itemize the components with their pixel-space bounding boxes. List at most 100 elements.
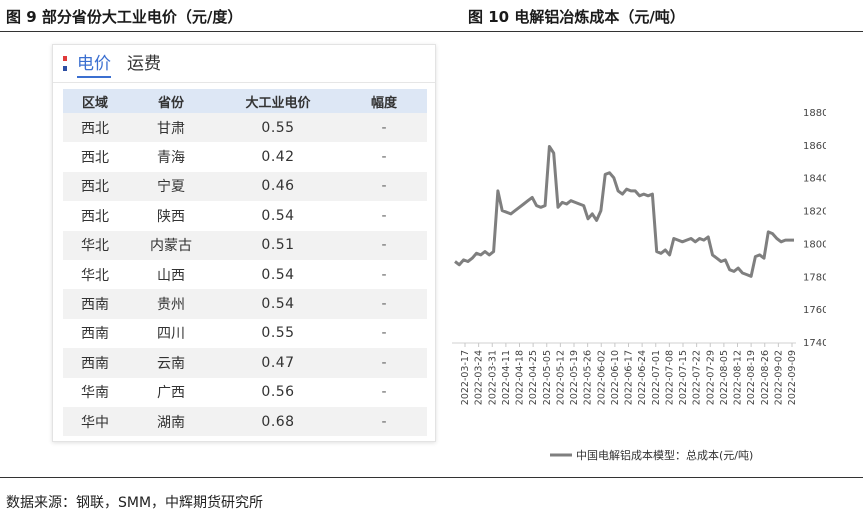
x-tick-label: 2022-07-01 — [651, 350, 662, 405]
aluminum-cost-chart: 17400 17600 17800 18000 18200 18400 18600 18800… — [452, 108, 826, 462]
flag-icon — [63, 56, 67, 71]
y-tick-label: 18200 — [803, 207, 826, 218]
cell-change: - — [381, 149, 387, 166]
x-tick-label: 2022-03-17 — [460, 350, 471, 405]
table-row: 西南 四川 0.55 - — [63, 318, 427, 349]
cell-price: 0.47 — [261, 354, 295, 371]
card-header: 电价 运费 — [53, 45, 435, 83]
cell-change: - — [381, 237, 387, 254]
x-tick-label: 2022-06-02 — [596, 350, 607, 405]
cell-region: 西北 — [81, 208, 109, 225]
cell-change: - — [381, 413, 387, 430]
y-tick-label: 17800 — [803, 272, 826, 283]
tab-electricity-price[interactable]: 电价 — [77, 53, 111, 78]
cell-change: - — [381, 354, 387, 371]
table-row: 西北 青海 0.42 - — [63, 142, 427, 172]
x-tick-label: 2022-05-19 — [569, 350, 580, 405]
price-table: 区域 省份 大工业电价 幅度 西北 甘肃 0.55- 西北 青海 0.42- 西北 宁夏 0.4… — [63, 89, 427, 437]
table-row: 华北 山西 0.54 - — [63, 259, 427, 290]
cell-price: 0.54 — [261, 266, 295, 283]
cell-province: 贵州 — [157, 297, 185, 314]
header-price: 大工业电价 — [245, 95, 311, 111]
table-row: 西南 贵州 0.54 - — [63, 289, 427, 319]
table-row: 西北 陕西 0.54 - — [63, 201, 427, 231]
y-tick-label: 18800 — [803, 108, 826, 119]
x-tick-label: 2022-08-05 — [719, 350, 730, 405]
top-divider — [0, 31, 863, 32]
cell-region: 西北 — [81, 150, 109, 167]
header-region: 区域 — [81, 95, 108, 111]
legend-label: 中国电解铝成本模型：总成本(元/吨) — [576, 448, 753, 462]
cell-region: 西北 — [81, 179, 109, 196]
cell-region: 西北 — [81, 120, 109, 137]
cell-change: - — [381, 325, 387, 342]
x-tick-label: 2022-05-26 — [583, 350, 594, 405]
y-tick-label: 18600 — [803, 141, 826, 152]
cell-region: 华北 — [81, 238, 109, 255]
figure-10-title: 图 10 电解铝冶炼成本（元/吨） — [468, 8, 685, 26]
x-tick-label: 2022-06-24 — [637, 350, 648, 405]
cell-province: 青海 — [157, 150, 185, 167]
x-tick-label: 2022-09-02 — [773, 350, 784, 405]
cell-change: - — [381, 266, 387, 283]
cell-price: 0.56 — [261, 384, 295, 401]
table-row: 西北 甘肃 0.55 - — [63, 113, 427, 143]
cell-change: - — [381, 384, 387, 401]
cell-price: 0.46 — [261, 178, 295, 195]
cell-province: 陕西 — [157, 208, 185, 225]
y-axis: 17400 17600 17800 18000 18200 18400 18600 18800 — [803, 108, 826, 349]
x-tick-label: 2022-07-29 — [705, 350, 716, 405]
x-tick-label: 2022-07-15 — [678, 350, 689, 405]
table-row: 西南 云南 0.47 - — [63, 348, 427, 378]
table-row: 华北 内蒙古 0.51 - — [63, 230, 427, 260]
series-line-total-cost — [454, 145, 794, 278]
x-tick-label: 2022-07-08 — [664, 350, 675, 405]
cell-province: 云南 — [157, 355, 185, 372]
x-tick-label: 2022-03-31 — [487, 350, 498, 405]
cell-province: 湖南 — [157, 414, 185, 431]
tab-freight[interactable]: 运费 — [127, 53, 161, 75]
figure-9-title: 图 9 部分省份大工业电价（元/度） — [6, 8, 243, 26]
x-tick-label: 2022-09-09 — [787, 350, 798, 405]
y-tick-label: 18400 — [803, 174, 826, 185]
table-header-row: 区域 省份 大工业电价 幅度 — [63, 89, 427, 113]
cell-province: 广西 — [157, 385, 185, 402]
x-tick-label: 2022-06-10 — [610, 350, 621, 405]
cell-region: 华中 — [81, 414, 109, 431]
cell-price: 0.54 — [261, 207, 295, 224]
electricity-price-card: 电价 运费 区域 省份 大工业电价 幅度 西北 甘肃 0.55- 西北 青海 0.42- 西… — [52, 44, 436, 442]
header-change: 幅度 — [370, 95, 397, 111]
cell-price: 0.55 — [261, 119, 295, 136]
cell-price: 0.51 — [261, 237, 295, 254]
cell-province: 山西 — [157, 267, 185, 284]
y-tick-label: 18000 — [803, 239, 826, 250]
cell-province: 宁夏 — [157, 179, 185, 196]
cell-region: 西南 — [81, 355, 109, 372]
cell-price: 0.55 — [261, 325, 295, 342]
x-tick-label: 2022-06-17 — [624, 350, 635, 405]
bottom-divider — [0, 477, 863, 478]
x-tick-label: 2022-07-22 — [692, 350, 703, 405]
cell-region: 华北 — [81, 267, 109, 284]
x-tick-label: 2022-04-18 — [515, 350, 526, 405]
cell-region: 西南 — [81, 326, 109, 343]
cell-region: 西南 — [81, 297, 109, 314]
y-tick-label: 17400 — [803, 338, 826, 349]
x-tick-label: 2022-08-19 — [746, 350, 757, 405]
x-tick-label: 2022-05-12 — [555, 350, 566, 405]
cell-change: - — [381, 178, 387, 195]
table-row: 华中 湖南 0.68 - — [63, 406, 427, 437]
data-source-note: 数据来源：钢联，SMM，中辉期货研究所 — [6, 495, 264, 511]
cell-province: 内蒙古 — [150, 238, 192, 255]
x-tick-label: 2022-08-12 — [733, 350, 744, 405]
cell-price: 0.54 — [261, 296, 295, 313]
x-tick-label: 2022-08-26 — [760, 350, 771, 405]
cell-price: 0.68 — [261, 413, 295, 430]
cell-change: - — [381, 119, 387, 136]
legend: 中国电解铝成本模型：总成本(元/吨) — [550, 448, 753, 462]
y-tick-label: 17600 — [803, 305, 826, 316]
x-tick-label: 2022-03-24 — [474, 350, 485, 405]
x-tick-label: 2022-04-11 — [501, 350, 512, 405]
cell-change: - — [381, 296, 387, 313]
cell-province: 甘肃 — [157, 120, 185, 137]
